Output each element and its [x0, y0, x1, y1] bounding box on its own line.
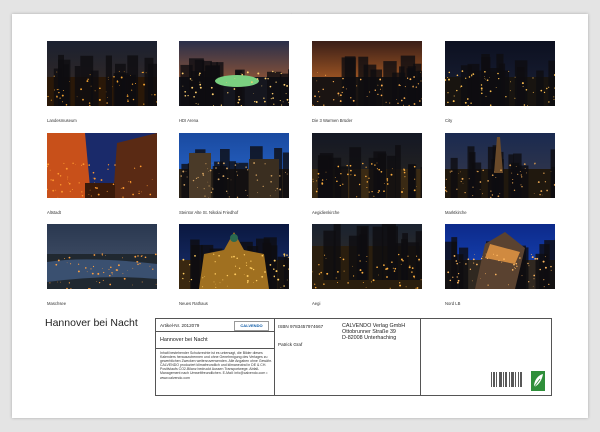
photo-caption: Steintor Alte St. Nikolai Friedhof — [179, 210, 239, 215]
photo-card: Neues Rathaus — [179, 224, 289, 306]
photo-image — [445, 224, 555, 289]
photo-caption: HDI Arena — [179, 118, 199, 123]
barcode-icon — [490, 371, 524, 391]
photo-card: Altstadt — [47, 133, 157, 215]
author: Patrick Graf — [278, 342, 303, 347]
photo-card: HDI Arena — [179, 41, 289, 123]
calendar-title: Hannover bei Nacht — [45, 317, 138, 329]
publisher-city: D-82008 Unterhaching — [342, 335, 397, 341]
photo-image — [179, 41, 289, 106]
photo-image — [445, 41, 555, 106]
photo-caption: Maschsee — [47, 301, 67, 306]
photo-image — [47, 41, 157, 106]
photo-caption: Nord LB — [445, 301, 461, 306]
eco-leaf-icon — [531, 371, 545, 391]
photo-image — [179, 133, 289, 198]
photo-image — [312, 133, 422, 198]
photo-card: Marktkirche — [445, 133, 555, 215]
photo-caption: Neues Rathaus — [179, 301, 208, 306]
photo-image — [312, 41, 422, 106]
photo-card: Die 3 Warmen Brüder — [312, 41, 422, 123]
photo-card: Aegidienkirche — [312, 133, 422, 215]
photo-card: Nord LB — [445, 224, 555, 306]
photo-caption: Die 3 Warmen Brüder — [312, 118, 353, 123]
photo-image — [47, 133, 157, 198]
isbn: ISBN 9783457974667 — [278, 324, 324, 329]
info-title: Hannover bei Nacht — [160, 337, 208, 343]
photo-caption: Aegidienkirche — [312, 210, 340, 215]
photo-image — [179, 224, 289, 289]
photo-card: City — [445, 41, 555, 123]
photo-card: Maschsee — [47, 224, 157, 306]
photo-image — [445, 133, 555, 198]
photo-image — [312, 224, 422, 289]
photo-image — [47, 224, 157, 289]
article-number: Artikel-Nr. 2012079 — [160, 323, 200, 328]
photo-caption: Altstadt — [47, 210, 61, 215]
photo-caption: Landesmuseum — [47, 118, 77, 123]
photo-caption: Aegi — [312, 301, 321, 306]
info-box: Artikel-Nr. 2012079 CALVENDO Hannover be… — [155, 318, 552, 396]
legal-text: Inhalt bestehender Schutzrechte ist es u… — [160, 351, 272, 380]
photo-caption: Marktkirche — [445, 210, 467, 215]
publisher-logo: CALVENDO — [234, 321, 269, 331]
photo-card: Aegi — [312, 224, 422, 306]
photo-card: Steintor Alte St. Nikolai Friedhof — [179, 133, 289, 215]
photo-card: Landesmuseum — [47, 41, 157, 123]
photo-caption: City — [445, 118, 453, 123]
